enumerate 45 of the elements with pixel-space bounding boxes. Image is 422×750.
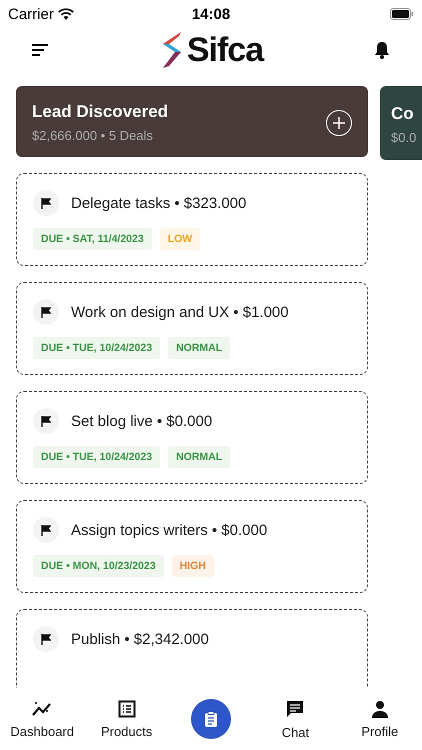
battery-icon xyxy=(390,8,414,20)
priority-tag: HIGH xyxy=(172,555,214,577)
chat-icon xyxy=(285,698,306,718)
clipboard-icon xyxy=(204,711,218,727)
trend-icon xyxy=(31,700,54,718)
due-date-tag: DUE • TUE, 10/24/2023 xyxy=(33,446,160,468)
column-title: Co xyxy=(391,104,415,124)
clipboard-button[interactable] xyxy=(191,699,232,739)
deal-card[interactable]: Work on design and UX • $1.000 DUE • TUE, 10/24/2023 NORMAL xyxy=(16,282,368,375)
priority-tag: LOW xyxy=(160,228,200,250)
tab-item[interactable]: Dashboard xyxy=(0,700,84,738)
due-date-tag: DUE • TUE, 10/24/2023 xyxy=(33,337,160,359)
priority-tag: NORMAL xyxy=(168,337,230,359)
column-summary: $2,666.000 • 5 Deals xyxy=(32,128,154,143)
deal-card[interactable]: Assign topics writers • $0.000 DUE • MON, 10/23/2023 HIGH xyxy=(16,500,368,593)
priority-tag: NORMAL xyxy=(168,446,230,468)
tab-item[interactable]: Profile xyxy=(338,700,422,738)
due-date-tag: DUE • MON, 10/23/2023 xyxy=(33,555,164,577)
clock-time: 14:08 xyxy=(192,6,230,22)
deal-title: Publish • $2,342.000 xyxy=(71,630,209,648)
deal-card[interactable]: Delegate tasks • $323.000 DUE • SAT, 11/4/2023 LOW xyxy=(16,173,368,266)
deal-title: Assign topics writers • $0.000 xyxy=(71,522,268,538)
deal-card[interactable]: Set blog live • $0.000 DUE • TUE, 10/24/2023 NORMAL xyxy=(16,391,368,484)
tab-item[interactable]: Products xyxy=(84,700,169,738)
column-title: Lead Discovered xyxy=(32,102,168,122)
carrier-label: Carrier xyxy=(8,6,54,22)
flag-icon xyxy=(33,299,59,325)
add-button[interactable] xyxy=(326,110,352,136)
flag-icon xyxy=(33,408,59,434)
deal-title: Set blog live • $0.000 xyxy=(71,412,212,430)
plus-icon xyxy=(332,116,346,130)
list-icon xyxy=(118,700,136,718)
person-icon xyxy=(370,700,389,718)
menu-icon[interactable] xyxy=(32,44,48,56)
bell-icon[interactable] xyxy=(374,41,390,59)
flag-icon xyxy=(33,190,59,216)
tab-item[interactable]: Chat xyxy=(253,698,338,740)
flag-icon xyxy=(33,517,59,543)
column-summary: $0.0 xyxy=(391,130,416,144)
deal-title: Delegate tasks • $323.000 xyxy=(71,194,246,212)
flag-icon xyxy=(33,626,59,652)
deal-title: Work on design and UX • $1.000 xyxy=(71,304,289,320)
wifi-icon xyxy=(58,8,74,20)
logo-text: Sifca xyxy=(186,30,264,70)
due-date-tag: DUE • SAT, 11/4/2023 xyxy=(33,228,152,250)
